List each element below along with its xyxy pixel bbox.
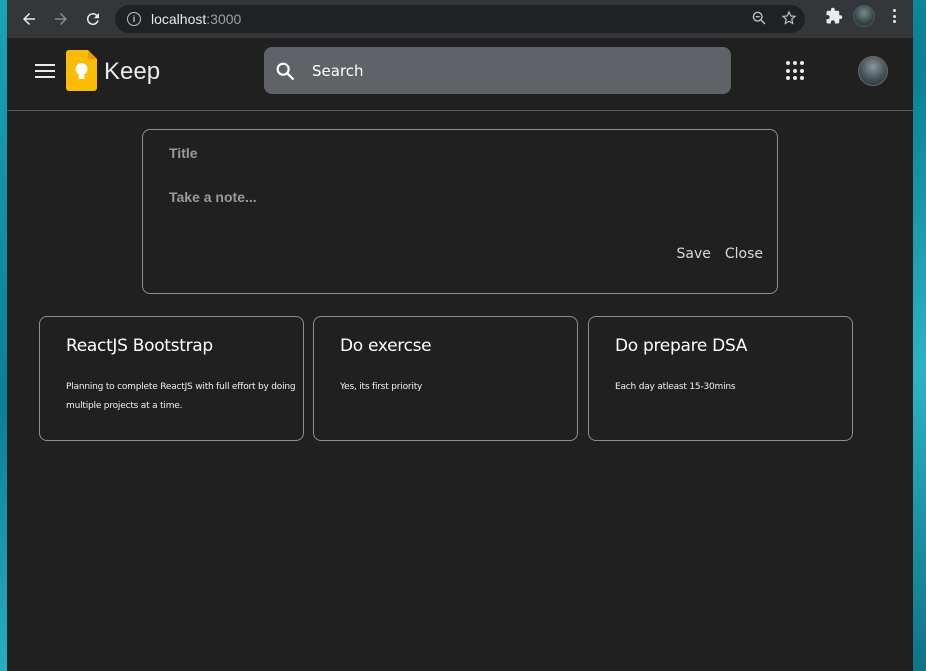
note-body: Each day atleast 15-30mins <box>615 382 736 392</box>
reload-icon <box>86 13 99 26</box>
forward-button[interactable] <box>46 4 76 34</box>
note-card[interactable]: ReactJS Bootstrap Planning to complete R… <box>39 316 304 441</box>
note-body: Yes, its first priority <box>340 382 423 392</box>
note-title: ReactJS Bootstrap <box>66 336 213 356</box>
url-port: :3000 <box>206 11 242 27</box>
close-button[interactable]: Close <box>725 246 763 262</box>
address-bar[interactable]: i localhost:3000 <box>115 5 805 33</box>
note-card[interactable]: Do prepare DSA Each day atleast 15-30min… <box>588 316 853 441</box>
note-content-input[interactable] <box>169 186 749 208</box>
search-icon[interactable] <box>274 60 296 82</box>
extensions-puzzle-icon[interactable] <box>825 7 843 25</box>
menu-kebab-icon[interactable] <box>885 9 903 23</box>
hamburger-menu-icon[interactable] <box>35 64 55 78</box>
profile-avatar[interactable] <box>853 5 875 27</box>
app-title: Keep <box>104 58 161 85</box>
keep-logo-icon <box>66 50 97 91</box>
note-card[interactable]: Do exercse Yes, its first priority <box>313 316 578 441</box>
note-title-input[interactable] <box>169 143 749 163</box>
info-icon[interactable]: i <box>127 12 141 26</box>
search-input[interactable] <box>312 58 712 84</box>
note-composer: Save Close <box>142 129 778 294</box>
browser-extensions <box>825 5 903 27</box>
user-avatar[interactable] <box>858 56 888 86</box>
note-body: Planning to complete ReactJS with full e… <box>66 382 296 411</box>
browser-window: i localhost:3000 Keep Search Title Take… <box>7 0 913 671</box>
star-icon[interactable] <box>781 10 797 26</box>
search-bar[interactable] <box>264 47 731 94</box>
arrow-left-icon <box>23 13 35 25</box>
note-title: Do prepare DSA <box>615 336 748 356</box>
zoom-icon[interactable] <box>751 10 767 26</box>
composer-actions: Save Close <box>676 246 763 262</box>
reload-button[interactable] <box>78 4 108 34</box>
save-button[interactable]: Save <box>676 246 710 262</box>
apps-grid-icon[interactable] <box>786 61 806 81</box>
omnibox-actions <box>751 10 797 26</box>
url-host: localhost <box>151 11 207 27</box>
note-title: Do exercse <box>340 336 432 356</box>
app-header: Keep <box>7 38 913 111</box>
arrow-right-icon <box>55 13 67 25</box>
browser-toolbar: i localhost:3000 <box>7 0 913 38</box>
back-button[interactable] <box>14 4 44 34</box>
